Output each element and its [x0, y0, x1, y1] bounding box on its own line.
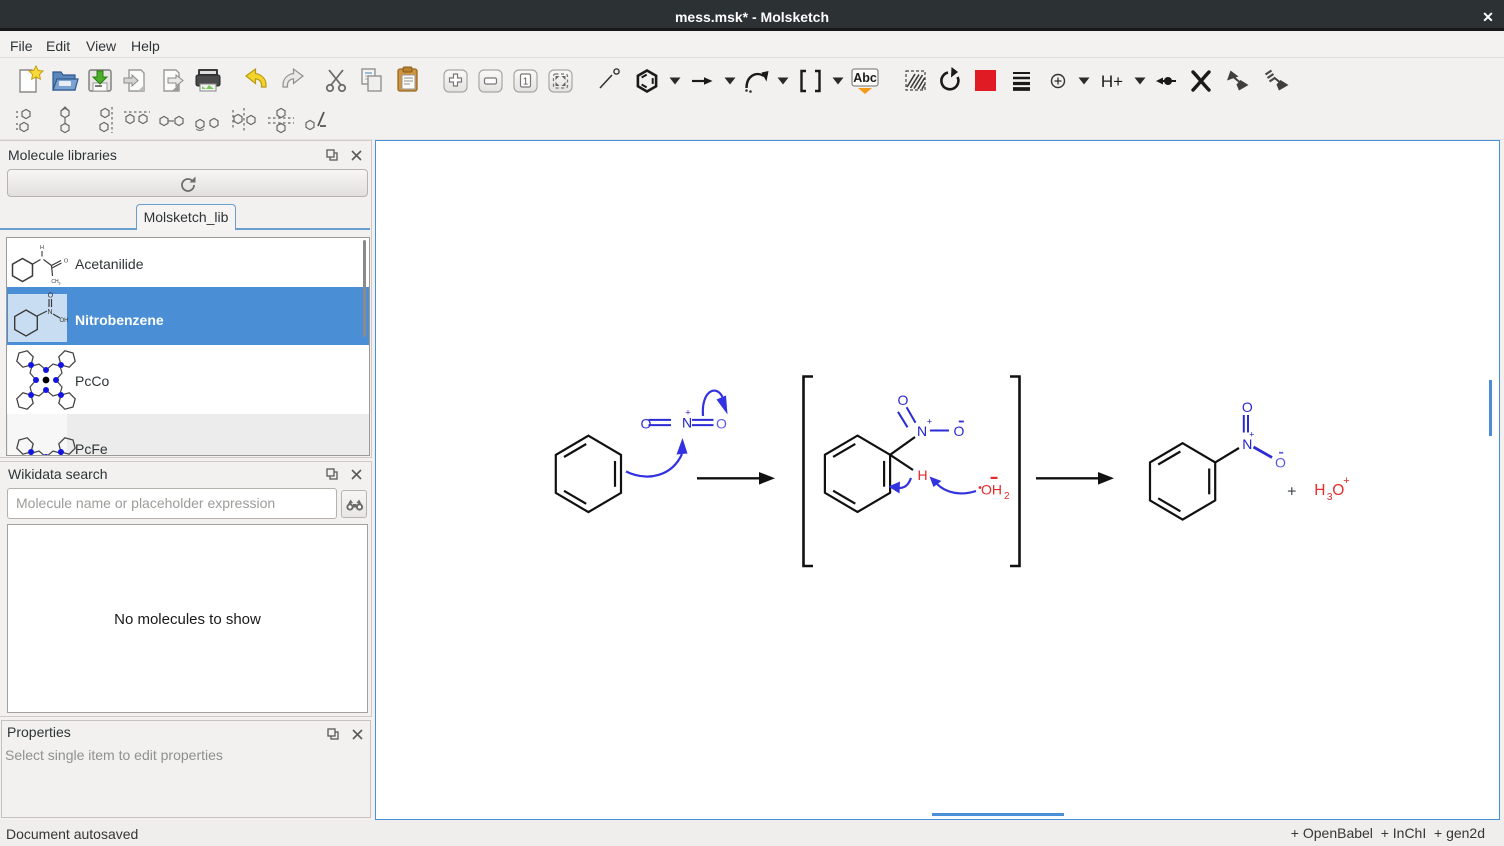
svg-text:+: +	[1343, 475, 1349, 487]
svg-text:O: O	[1275, 455, 1286, 471]
svg-text:O: O	[64, 259, 69, 265]
svg-text:O: O	[954, 423, 965, 439]
svg-text:H+: H+	[1101, 72, 1123, 91]
svg-text:H: H	[1314, 482, 1325, 499]
svg-text:+: +	[685, 408, 690, 418]
svg-text:+: +	[1287, 484, 1296, 501]
svg-text:O: O	[48, 293, 54, 300]
svg-text:H: H	[40, 245, 44, 251]
svg-text:OH: OH	[981, 482, 1002, 498]
svg-text:1: 1	[523, 77, 529, 88]
svg-text:H: H	[917, 467, 927, 483]
svg-text:O: O	[716, 416, 727, 432]
svg-text:O: O	[898, 392, 909, 408]
svg-text:Abc: Abc	[853, 71, 877, 85]
svg-text:2: 2	[1004, 491, 1010, 502]
svg-text:+: +	[927, 417, 932, 427]
svg-text:O: O	[641, 416, 652, 432]
svg-text:N: N	[917, 423, 927, 439]
svg-text:O: O	[1242, 399, 1253, 415]
svg-text:OH: OH	[60, 318, 69, 324]
svg-text:N: N	[47, 309, 52, 316]
svg-text:3: 3	[59, 282, 61, 286]
svg-text:+: +	[1249, 430, 1254, 440]
